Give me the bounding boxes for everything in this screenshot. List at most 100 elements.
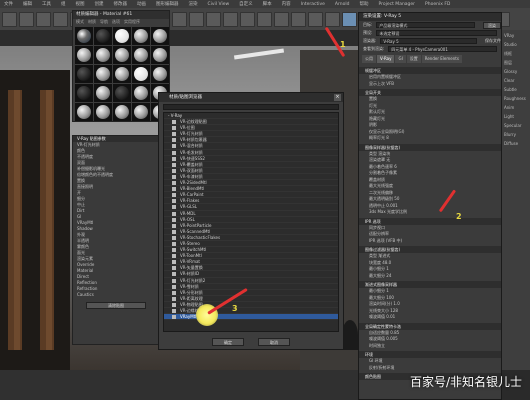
renderer-dropdown[interactable]: V-Ray 5 [380, 38, 477, 44]
material-editor-title[interactable]: 材质编辑器 - Material #61 [73, 11, 169, 19]
material-slot[interactable] [75, 103, 93, 121]
command-panel-item[interactable]: 线框 [502, 51, 530, 57]
browser-list-item[interactable]: VRayMtl [164, 314, 338, 321]
material-slot[interactable] [75, 46, 93, 64]
view-dropdown[interactable]: 四元菜单 4 - PhysCamera001 [388, 46, 497, 52]
toolbar-button[interactable] [223, 11, 238, 27]
menu-item[interactable]: 内容 [282, 1, 291, 7]
menu-item[interactable]: Phoenix FD [425, 2, 450, 7]
menu-item[interactable]: 动画 [137, 1, 146, 7]
material-slot[interactable] [132, 84, 150, 102]
render-tab[interactable]: GI [395, 55, 406, 63]
ok-button[interactable]: 确定 [212, 338, 244, 346]
render-setup-title[interactable]: 渲染设置: V-Ray 5 [359, 13, 501, 21]
render-tab[interactable]: 设置 [406, 55, 421, 63]
menu-item[interactable]: 文件 [4, 1, 13, 7]
clear-map-button[interactable]: 清除贴图 [86, 302, 146, 309]
rollout-header[interactable]: IPR 选项 [359, 217, 501, 225]
menu-item[interactable]: Arnold [335, 2, 350, 7]
menu-item[interactable]: 自定义 [239, 1, 253, 7]
command-panel-item[interactable]: Blurry [502, 132, 530, 138]
material-slot[interactable] [151, 27, 169, 45]
browser-list[interactable]: - V-Ray VR-边纹理贴图 VR-位图 VR-灯光材质 VR-材质包裹器 VR-混… [163, 112, 339, 332]
menu-item[interactable]: Civil View [208, 2, 230, 7]
rollout-parameter[interactable]: 时间独立 [359, 343, 501, 350]
menu-item[interactable]: 渲染 [189, 1, 198, 7]
material-slot[interactable] [113, 27, 131, 45]
material-slot[interactable] [132, 103, 150, 121]
material-editor-menu-item[interactable]: 实用程序 [124, 19, 140, 25]
material-editor-menu-item[interactable]: 模式 [76, 19, 84, 25]
save-file-checkbox[interactable]: 保存文件 [485, 37, 501, 45]
toolbar-button[interactable] [172, 11, 187, 27]
toolbar-button[interactable] [206, 11, 221, 27]
material-slot[interactable] [113, 103, 131, 121]
command-panel-item[interactable]: Clear [502, 78, 530, 84]
material-slot[interactable] [151, 65, 169, 83]
material-slot[interactable] [94, 46, 112, 64]
close-icon[interactable]: × [334, 94, 341, 101]
material-slot[interactable] [94, 27, 112, 45]
material-slot[interactable] [94, 103, 112, 121]
menu-item[interactable]: 修改器 [114, 1, 128, 7]
preset-dropdown[interactable]: 未选定预设 [376, 30, 497, 36]
menu-item[interactable]: 组 [61, 1, 66, 7]
menu-item[interactable]: 帮助 [359, 1, 368, 7]
toolbar-button[interactable] [325, 11, 340, 27]
toolbar-button[interactable] [257, 11, 272, 27]
toolbar-button[interactable] [2, 11, 17, 27]
menu-item[interactable]: 创建 [95, 1, 104, 7]
material-editor-menu-item[interactable]: 导航 [100, 19, 108, 25]
material-slot[interactable] [75, 27, 93, 45]
command-panel-item[interactable]: Glossy [502, 69, 530, 75]
material-editor-menu-item[interactable]: 材质 [88, 19, 96, 25]
material-slot[interactable] [113, 84, 131, 102]
material-slot[interactable] [75, 84, 93, 102]
material-editor-menu-item[interactable]: 选项 [112, 19, 120, 25]
command-panel-item[interactable]: 图层 [502, 60, 530, 66]
rollout-parameter[interactable]: 概率灯光 8 [359, 135, 501, 142]
menu-item[interactable]: Interactive [301, 2, 325, 7]
material-slot[interactable] [113, 65, 131, 83]
toolbar-button[interactable] [189, 11, 204, 27]
cancel-button[interactable]: 取消 [258, 338, 290, 346]
rollout-parameter[interactable]: 3ds Max 光度学比例 [359, 209, 501, 216]
toolbar-button[interactable] [36, 11, 51, 27]
menu-item[interactable]: 脚本 [263, 1, 272, 7]
material-slot[interactable] [94, 84, 112, 102]
rollout-parameter[interactable]: 噪波阈值 0.01 [359, 314, 501, 321]
toolbar-button[interactable] [240, 11, 255, 27]
toolbar-button[interactable] [291, 11, 306, 27]
browser-title-bar[interactable]: 材质/贴图浏览器 × [159, 93, 343, 102]
render-tab[interactable]: 公用 [362, 55, 376, 63]
menu-item[interactable]: 编辑 [23, 1, 32, 7]
rollout-header[interactable]: 帧缓冲区 [359, 67, 501, 74]
material-slot[interactable] [94, 65, 112, 83]
material-editor-window[interactable]: 材质编辑器 - Material #61 模式 材质 导航 选项 实用程序 [72, 10, 170, 122]
command-panel-item[interactable]: VRay [502, 33, 530, 39]
material-slot[interactable] [132, 65, 150, 83]
rollout-header[interactable]: 全局开关 [359, 89, 501, 96]
render-setup-window[interactable]: 渲染设置: V-Ray 5 目标: 产品级渲染模式 渲染 预设: 未选定预设 渲… [358, 12, 502, 400]
command-panel-item[interactable]: Subtle [502, 87, 530, 93]
render-setup-button[interactable] [342, 11, 357, 27]
toolbar-button[interactable] [53, 11, 68, 27]
command-panel-item[interactable]: Roughness [502, 96, 530, 102]
rollout-parameter[interactable]: 反射/折射环境 [359, 365, 501, 372]
material-slot[interactable] [132, 27, 150, 45]
browser-search-input[interactable] [163, 104, 339, 110]
rollout-parameter[interactable]: IPR 选项 (VFB 中) [359, 238, 501, 245]
menu-item[interactable]: 图形编辑器 [156, 1, 179, 7]
rollout-parameter[interactable]: 显示上次 VFB [359, 81, 501, 88]
toolbar-button[interactable] [19, 11, 34, 27]
material-slot[interactable] [113, 46, 131, 64]
command-panel-item[interactable]: Light [502, 114, 530, 120]
rollout-header[interactable]: 环境 [359, 351, 501, 358]
rollout-header[interactable]: 渐进式图像采样器 [359, 281, 501, 288]
render-tab[interactable]: V-Ray [377, 55, 395, 63]
command-panel-item[interactable]: Specular [502, 123, 530, 129]
rollout-header[interactable]: 图像过滤器(抗锯齿) [359, 246, 501, 253]
material-map-browser[interactable]: 材质/贴图浏览器 × - V-Ray VR-边纹理贴图 VR-位图 VR-灯光材质 V… [158, 92, 344, 350]
target-dropdown[interactable]: 产品级渲染模式 [376, 22, 475, 28]
command-panel-item[interactable]: Studio [502, 42, 530, 48]
